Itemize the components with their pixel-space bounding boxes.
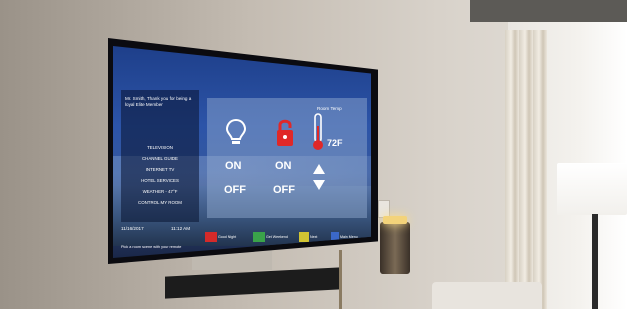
thermometer-icon <box>313 113 323 150</box>
soundbar <box>165 267 340 299</box>
lock-on-button[interactable]: ON <box>275 160 292 172</box>
next-swatch <box>299 232 309 242</box>
lock-off-button[interactable]: OFF <box>273 184 295 196</box>
next-label: Next <box>310 235 318 239</box>
menu-item-internet-tv[interactable]: INTERNET TV <box>121 164 199 175</box>
table-lamp <box>380 222 410 274</box>
lights-off-button[interactable]: OFF <box>224 184 246 196</box>
tv-screen: Mr. Smith, Thank you for being a loyal E… <box>113 46 371 258</box>
arrow-down-icon[interactable] <box>313 180 325 190</box>
thermostat-value: 72F <box>327 138 343 148</box>
menu-item-weather[interactable]: WEATHER - 47°F <box>121 186 199 197</box>
greeting-text: Mr. Smith, Thank you for being a loyal E… <box>125 96 192 107</box>
lock-icon[interactable] <box>275 116 295 148</box>
good-night-label: Good Night <box>218 235 237 239</box>
main-menu: TELEVISION CHANNEL GUIDE INTERNET TV HOT… <box>121 142 199 208</box>
table-lamp-stem <box>339 250 342 309</box>
floor-lamp-pole <box>592 214 598 309</box>
floor-lamp-shade <box>557 163 627 215</box>
get-weekend-button[interactable]: Get Weekend <box>253 232 297 242</box>
table-lamp-light <box>383 216 407 224</box>
menu-item-hotel-services[interactable]: HOTEL SERVICES <box>121 175 199 186</box>
guest-menu-panel: Mr. Smith, Thank you for being a loyal E… <box>121 90 199 222</box>
menu-item-control-my-room[interactable]: CONTROL MY ROOM <box>121 197 199 208</box>
date-text: 11/16/2017 <box>121 226 144 231</box>
menu-item-television[interactable]: TELEVISION <box>121 142 199 153</box>
get-weekend-label: Get Weekend <box>266 235 288 239</box>
arrow-up-icon[interactable] <box>313 164 325 174</box>
get-weekend-swatch <box>253 232 265 242</box>
room-controls-panel: Room Temp ON OFF ON OFF 72F <box>207 98 367 218</box>
remote-hint-text: Pick a room scene with your remote <box>121 245 182 249</box>
lights-on-button[interactable]: ON <box>225 160 242 172</box>
curtain <box>505 30 547 309</box>
lightbulb-icon[interactable] <box>225 118 247 148</box>
ceiling <box>470 0 627 22</box>
good-night-swatch <box>205 232 217 242</box>
chair <box>432 282 542 309</box>
next-button[interactable]: Next <box>299 232 329 242</box>
time-text: 11:12 AM <box>171 226 191 231</box>
living-room-photo: Mr. Smith, Thank you for being a loyal E… <box>0 0 627 309</box>
menu-item-channel-guide[interactable]: CHANNEL GUIDE <box>121 153 199 164</box>
room-temp-label: Room Temp <box>317 106 342 111</box>
good-night-button[interactable]: Good Night <box>205 232 251 242</box>
